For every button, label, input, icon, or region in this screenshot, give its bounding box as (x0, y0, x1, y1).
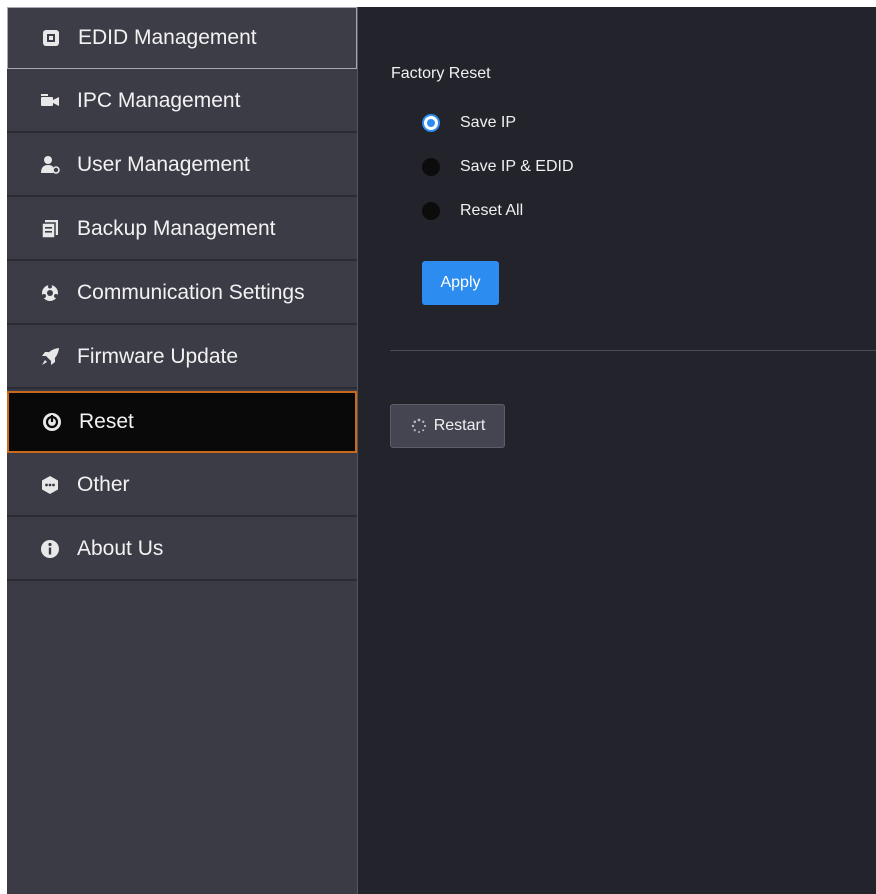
reset-panel: Factory Reset Save IP Save IP & EDID Res… (358, 7, 876, 894)
rocket-icon (39, 346, 61, 368)
radio-label: Save IP & EDID (460, 158, 574, 175)
radio-button[interactable] (422, 158, 440, 176)
restart-button[interactable]: Restart (390, 404, 505, 448)
sidebar-item-label: EDID Management (78, 26, 257, 49)
radio-button[interactable] (422, 202, 440, 220)
power-icon (41, 411, 63, 433)
backup-icon (39, 218, 61, 240)
section-title: Factory Reset (391, 65, 491, 82)
radio-save-ip-edid[interactable]: Save IP & EDID (422, 158, 574, 176)
sidebar-item-about-us[interactable]: About Us (7, 519, 357, 581)
radio-label: Reset All (460, 202, 524, 219)
sidebar-item-communication-settings[interactable]: Communication Settings (7, 263, 357, 325)
sidebar-item-label: Communication Settings (77, 281, 305, 304)
user-icon (39, 154, 61, 176)
sidebar-item-label: About Us (77, 537, 164, 560)
chat-icon (39, 474, 61, 496)
radio-reset-all[interactable]: Reset All (422, 202, 523, 220)
sidebar-item-ipc-management[interactable]: IPC Management (7, 71, 357, 133)
sidebar-item-label: Other (77, 473, 130, 496)
sidebar: EDID Management IPC Management User Mana… (7, 7, 358, 894)
spinner-icon (410, 417, 428, 435)
apply-button[interactable]: Apply (422, 261, 499, 305)
communication-icon (39, 282, 61, 304)
radio-button-checked[interactable] (422, 114, 440, 132)
edid-icon (40, 27, 62, 49)
sidebar-item-label: User Management (77, 153, 250, 176)
sidebar-item-backup-management[interactable]: Backup Management (7, 199, 357, 261)
sidebar-item-label: IPC Management (77, 89, 241, 112)
sidebar-item-other[interactable]: Other (7, 455, 357, 517)
sidebar-item-firmware-update[interactable]: Firmware Update (7, 327, 357, 389)
divider (390, 350, 876, 351)
restart-label: Restart (433, 417, 486, 434)
radio-save-ip[interactable]: Save IP (422, 114, 516, 132)
sidebar-item-label: Firmware Update (77, 345, 239, 368)
sidebar-item-edid-management[interactable]: EDID Management (7, 7, 357, 69)
app-window: EDID Management IPC Management User Mana… (7, 7, 876, 894)
camera-icon (39, 90, 61, 112)
sidebar-item-reset[interactable]: Reset (7, 391, 357, 453)
radio-label: Save IP (460, 114, 517, 131)
sidebar-item-user-management[interactable]: User Management (7, 135, 357, 197)
sidebar-item-label: Backup Management (77, 217, 276, 240)
info-icon (39, 538, 61, 560)
sidebar-item-label: Reset (79, 410, 134, 433)
